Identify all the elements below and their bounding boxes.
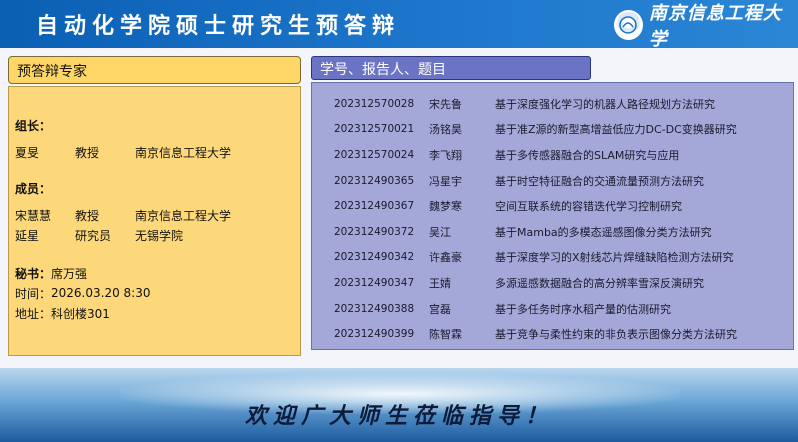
students-panel: 202312570028 宋先鲁 基于深度强化学习的机器人路径规划方法研究 20… <box>311 82 794 350</box>
student-name: 许鑫豪 <box>429 251 462 265</box>
leader-row: 夏旻 教授 南京信息工程大学 <box>15 142 294 162</box>
secretary-label: 秘书： <box>15 266 52 281</box>
leader-org: 南京信息工程大学 <box>135 145 232 160</box>
leader-name: 夏旻 <box>15 145 40 160</box>
time-value: 2026.03.20 8:30 <box>51 286 151 300</box>
student-name: 李飞翔 <box>429 148 462 162</box>
student-row: 202312490367 魏梦寒 空间互联系统的容错迭代学习控制研究 <box>312 193 793 219</box>
thesis-title: 基于多传感器融合的SLAM研究与应用 <box>495 148 680 162</box>
student-name: 宫磊 <box>429 302 451 316</box>
experts-heading: 预答辩专家 <box>8 56 301 84</box>
students-heading: 学号、报告人、题目 <box>311 56 591 80</box>
student-row: 202312490372 吴江 基于Mamba的多模态遥感图像分类方法研究 <box>312 219 793 245</box>
student-id: 202312490347 <box>334 276 415 289</box>
thesis-title: 基于深度强化学习的机器人路径规划方法研究 <box>495 97 715 111</box>
member-row: 宋慧慧 教授 南京信息工程大学 <box>15 205 294 225</box>
experts-panel: 组长： 夏旻 教授 南京信息工程大学 成员： 宋慧慧 教授 南京信息工程大学 延… <box>8 86 301 356</box>
member-row: 延星 研究员 无锡学院 <box>15 225 294 245</box>
member-name: 宋慧慧 <box>15 208 52 223</box>
student-row: 202312490347 王婧 多源遥感数据融合的高分辨率雪深反演研究 <box>312 270 793 296</box>
thesis-title: 基于准Z源的新型高增益低应力DC-DC变换器研究 <box>495 123 737 137</box>
place-label: 地址： <box>15 306 52 321</box>
student-name: 汤铭昊 <box>429 123 462 137</box>
member-org: 南京信息工程大学 <box>135 208 232 223</box>
member-title: 研究员 <box>75 228 112 243</box>
member-title: 教授 <box>75 208 100 223</box>
student-row: 202312490342 许鑫豪 基于深度学习的X射线芯片焊缝缺陷检测方法研究 <box>312 245 793 271</box>
student-id: 202312570028 <box>334 97 415 110</box>
thesis-title: 基于多任务时序水稻产量的估测研究 <box>495 302 671 316</box>
student-name: 吴江 <box>429 225 451 239</box>
student-id: 202312490342 <box>334 251 415 264</box>
university-emblem-icon <box>614 10 643 40</box>
student-id: 202312490365 <box>334 174 415 187</box>
university-logo: 南京信息工程大学 <box>614 3 794 50</box>
student-row: 202312490388 宫磊 基于多任务时序水稻产量的估测研究 <box>312 296 793 322</box>
thesis-title: 基于竞争与柔性约束的非负表示图像分类方法研究 <box>495 328 737 342</box>
student-row: 202312570024 李飞翔 基于多传感器融合的SLAM研究与应用 <box>312 142 793 168</box>
time-row: 时间： 2026.03.20 8:30 <box>15 283 294 303</box>
university-name: 南京信息工程大学 <box>648 3 782 50</box>
thesis-title: 基于Mamba的多模态遥感图像分类方法研究 <box>495 225 712 239</box>
welcome-text: 欢迎广大师生莅临指导！ <box>244 403 553 429</box>
leader-label: 组长： <box>15 119 52 133</box>
member-org: 无锡学院 <box>135 228 184 243</box>
leader-title: 教授 <box>75 145 100 160</box>
page-title: 自动化学院硕士研究生预答辩 <box>36 13 401 39</box>
thesis-title: 多源遥感数据融合的高分辨率雪深反演研究 <box>495 276 704 290</box>
student-name: 陈智霖 <box>429 328 462 342</box>
student-id: 202312570024 <box>334 148 415 161</box>
student-id: 202312490367 <box>334 200 415 213</box>
place-row: 地址： 科创楼301 <box>15 303 294 323</box>
thesis-title: 空间互联系统的容错迭代学习控制研究 <box>495 200 682 214</box>
student-name: 冯星宇 <box>429 174 462 188</box>
student-row: 202312490365 冯星宇 基于时空特征融合的交通流量预测方法研究 <box>312 168 793 194</box>
student-row: 202312570021 汤铭昊 基于准Z源的新型高增益低应力DC-DC变换器研… <box>312 117 793 143</box>
place-value: 科创楼301 <box>51 306 110 321</box>
student-id: 202312490372 <box>334 225 415 238</box>
footer-banner: 欢迎广大师生莅临指导！ <box>0 368 798 442</box>
time-label: 时间： <box>15 286 52 301</box>
members-label: 成员： <box>15 182 52 196</box>
student-row: 202312490399 陈智霖 基于竞争与柔性约束的非负表示图像分类方法研究 <box>312 321 793 347</box>
student-id: 202312490399 <box>334 328 415 341</box>
student-name: 王婧 <box>429 276 451 290</box>
student-id: 202312490388 <box>334 302 415 315</box>
header-bar: 自动化学院硕士研究生预答辩 南京信息工程大学 <box>0 0 798 50</box>
student-id: 202312570021 <box>334 123 415 136</box>
secretary-row: 秘书： 席万强 <box>15 263 294 283</box>
thesis-title: 基于深度学习的X射线芯片焊缝缺陷检测方法研究 <box>495 251 734 265</box>
thesis-title: 基于时空特征融合的交通流量预测方法研究 <box>495 174 704 188</box>
student-name: 宋先鲁 <box>429 97 462 111</box>
secretary-name: 席万强 <box>51 266 88 281</box>
student-name: 魏梦寒 <box>429 200 462 214</box>
member-name: 延星 <box>15 228 40 243</box>
student-row: 202312570028 宋先鲁 基于深度强化学习的机器人路径规划方法研究 <box>312 91 793 117</box>
